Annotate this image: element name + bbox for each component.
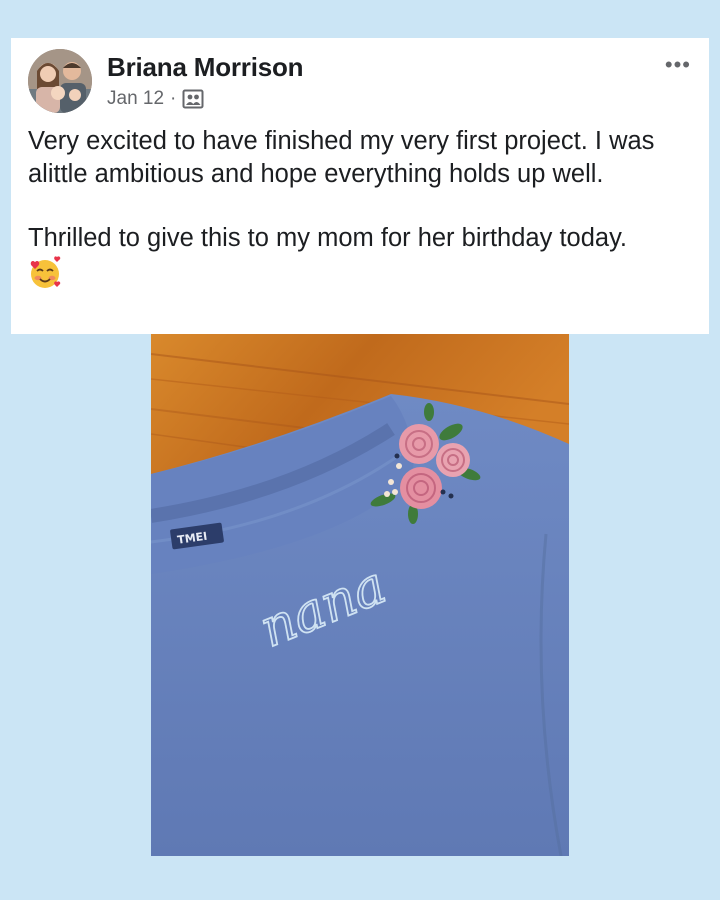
avatar[interactable] — [28, 49, 92, 113]
post-meta: Jan 12 · — [107, 88, 204, 110]
friends-audience-icon[interactable] — [182, 89, 204, 109]
post-photo[interactable]: TMEI nana — [151, 334, 569, 856]
meta-separator: · — [170, 88, 177, 109]
post-paragraph-1: Very excited to have finished my very fi… — [28, 127, 655, 188]
author-name[interactable]: Briana Morrison — [107, 52, 304, 83]
post-text: Very excited to have finished my very fi… — [28, 125, 698, 298]
smiling-face-with-hearts-icon — [28, 255, 62, 290]
post-paragraph-2: Thrilled to give this to my mom for her … — [28, 224, 628, 252]
post-date[interactable]: Jan 12 — [107, 88, 164, 110]
post-card: Briana Morrison Jan 12 · ••• Very excite… — [11, 38, 709, 334]
more-options-button[interactable]: ••• — [665, 52, 691, 78]
